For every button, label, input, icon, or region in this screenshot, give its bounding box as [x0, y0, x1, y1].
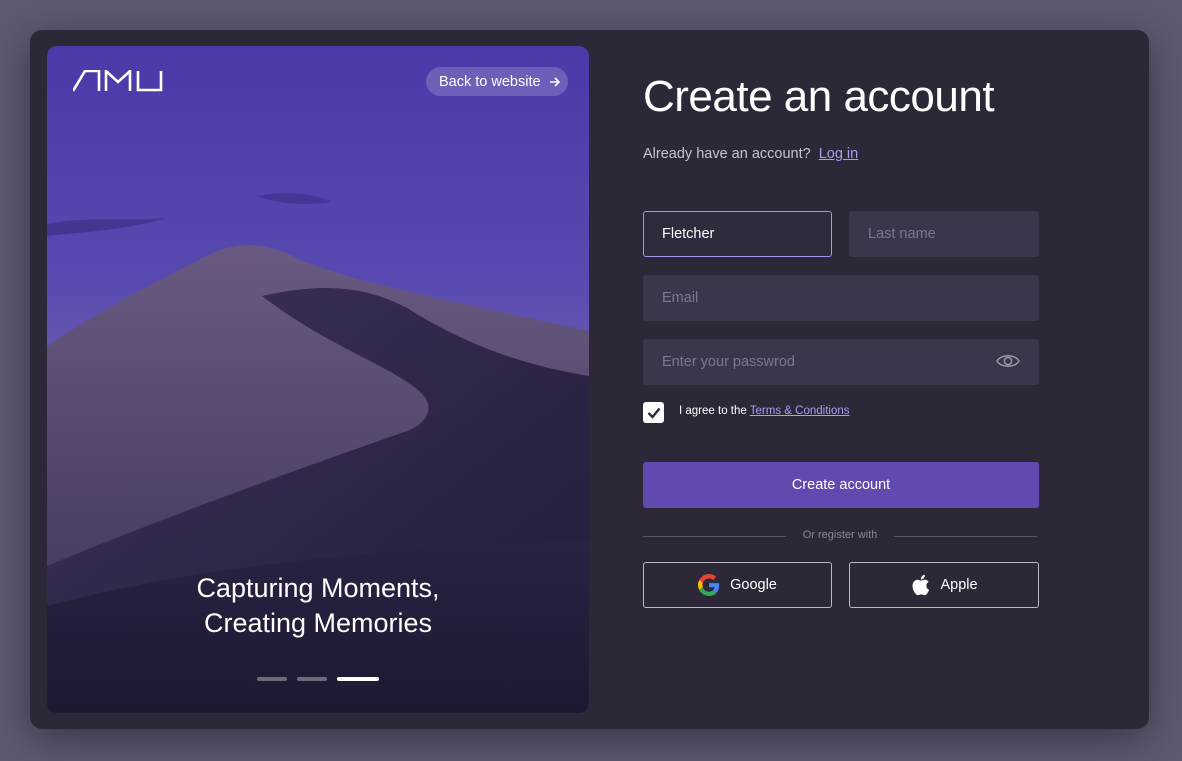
login-link[interactable]: Log in: [819, 146, 859, 162]
first-name-input[interactable]: [643, 211, 832, 257]
login-prompt: Already have an account? Log in: [643, 146, 858, 162]
hero-panel: Back to website Capturing Moments, Creat…: [47, 46, 589, 713]
carousel-dot-3[interactable]: [337, 677, 379, 681]
apple-button[interactable]: Apple: [849, 562, 1039, 608]
divider-left: [643, 536, 786, 537]
apple-icon: [912, 574, 930, 596]
have-account-text: Already have an account?: [643, 146, 811, 162]
agree-text: I agree to the: [679, 405, 747, 417]
carousel-dot-2[interactable]: [297, 677, 327, 681]
back-to-website-button[interactable]: Back to website: [426, 67, 568, 96]
terms-checkbox[interactable]: [643, 402, 664, 423]
terms-label: I agree to the Terms & Conditions: [679, 405, 850, 417]
register-with-text: Or register with: [802, 529, 878, 541]
eye-icon[interactable]: [996, 352, 1020, 370]
amu-logo: [73, 70, 163, 92]
hero-tagline-line1: Capturing Moments,: [196, 573, 440, 603]
create-account-button[interactable]: Create account: [643, 462, 1039, 508]
password-input[interactable]: [643, 339, 1039, 385]
terms-link[interactable]: Terms & Conditions: [750, 405, 850, 417]
google-icon: [698, 574, 720, 596]
email-input[interactable]: [643, 275, 1039, 321]
arrow-right-icon: [549, 76, 560, 87]
check-icon: [647, 407, 660, 419]
last-name-input[interactable]: [849, 211, 1039, 257]
divider-right: [894, 536, 1037, 537]
google-button[interactable]: Google: [643, 562, 832, 608]
google-label: Google: [730, 577, 777, 593]
back-to-website-label: Back to website: [439, 73, 541, 90]
carousel-dot-1[interactable]: [257, 677, 287, 681]
apple-label: Apple: [940, 577, 978, 593]
carousel-indicator: [257, 677, 379, 681]
page-title: Create an account: [643, 72, 995, 121]
hero-tagline-line2: Creating Memories: [203, 608, 433, 638]
